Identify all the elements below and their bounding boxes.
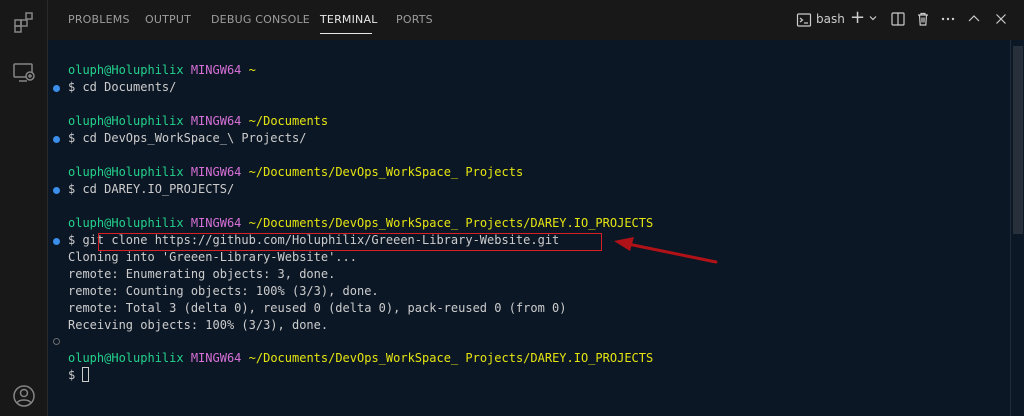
prompt-user: oluph@Holuphilix: [68, 165, 184, 179]
prompt-line: oluph@Holuphilix MINGW64 ~/Documents: [68, 113, 328, 130]
remote-explorer-icon[interactable]: [12, 60, 36, 84]
command-highlight-box: [98, 233, 602, 251]
shell-label: bash: [816, 12, 845, 26]
account-icon[interactable]: [12, 384, 36, 408]
active-tab-indicator: [320, 33, 372, 34]
tab-problems[interactable]: PROBLEMS: [68, 13, 130, 26]
prompt-host: MINGW64: [190, 114, 242, 128]
prompt-path: ~/Documents/DevOps_WorkSpace_ Projects: [248, 165, 524, 179]
scrollbar-thumb[interactable]: [1013, 46, 1023, 234]
output-line: Cloning into 'Greeen-Library-Website'...: [68, 250, 357, 264]
trash-icon[interactable]: [915, 11, 931, 31]
terminal-scrollbar[interactable]: [1010, 40, 1024, 416]
extensions-icon[interactable]: [12, 10, 36, 34]
output-line: remote: Enumerating objects: 3, done.: [68, 267, 336, 281]
prompt-user: oluph@Holuphilix: [68, 63, 184, 77]
prompt-path: ~/Documents: [248, 114, 329, 128]
prompt-host: MINGW64: [190, 351, 242, 365]
command-success-icon[interactable]: [53, 238, 60, 245]
prompt-user: oluph@Holuphilix: [68, 216, 184, 230]
prompt-host: MINGW64: [190, 216, 242, 230]
prompt-path: ~/Documents/DevOps_WorkSpace_ Projects/D…: [248, 351, 654, 365]
prompt-line: oluph@Holuphilix MINGW64 ~/Documents/Dev…: [68, 215, 653, 232]
panel-tab-bar: PROBLEMS OUTPUT DEBUG CONSOLE TERMINAL P…: [48, 0, 1024, 40]
prompt-line: oluph@Holuphilix MINGW64 ~/Documents/Dev…: [68, 164, 523, 181]
command-prompt: $: [68, 368, 83, 382]
tab-terminal[interactable]: TERMINAL: [320, 13, 378, 26]
output-line: remote: Counting objects: 100% (3/3), do…: [68, 284, 379, 298]
annotation-arrow-icon: [614, 237, 718, 264]
terminal-cursor: [82, 367, 90, 382]
input-line[interactable]: $: [68, 367, 90, 384]
prompt-line: oluph@Holuphilix MINGW64 ~: [68, 62, 256, 79]
prompt-user: oluph@Holuphilix: [68, 351, 184, 365]
prompt-line: oluph@Holuphilix MINGW64 ~/Documents/Dev…: [68, 350, 653, 367]
prompt-path: ~/Documents/DevOps_WorkSpace_ Projects/D…: [248, 216, 654, 230]
terminal-panel: PROBLEMS OUTPUT DEBUG CONSOLE TERMINAL P…: [48, 0, 1024, 416]
plus-icon[interactable]: +: [850, 9, 865, 27]
output-line: Receiving objects: 100% (3/3), done.: [68, 318, 329, 332]
prompt-path: ~: [248, 63, 256, 77]
tab-output[interactable]: OUTPUT: [145, 13, 191, 26]
chevron-down-icon[interactable]: [868, 12, 878, 27]
command-pending-icon[interactable]: [53, 338, 60, 345]
command-line: $ cd Documents/: [68, 80, 177, 94]
command-success-icon[interactable]: [53, 187, 60, 194]
terminal-output[interactable]: oluph@Holuphilix MINGW64 ~ $ cd Document…: [48, 40, 1024, 416]
tab-debug-console[interactable]: DEBUG CONSOLE: [211, 13, 310, 26]
tab-ports[interactable]: PORTS: [396, 13, 433, 26]
output-line: remote: Total 3 (delta 0), reused 0 (del…: [68, 301, 567, 315]
close-icon[interactable]: [993, 11, 1009, 31]
activity-bar: [0, 0, 48, 416]
command-success-icon[interactable]: [53, 85, 60, 92]
split-icon[interactable]: [890, 11, 906, 31]
maximize-icon[interactable]: [966, 11, 982, 31]
more-icon[interactable]: [940, 11, 956, 31]
command-line: $ cd DevOps_WorkSpace_\ Projects/: [68, 131, 307, 145]
prompt-host: MINGW64: [190, 63, 242, 77]
command-line: $ cd DAREY.IO_PROJECTS/: [68, 182, 235, 196]
command-success-icon[interactable]: [53, 136, 60, 143]
prompt-user: oluph@Holuphilix: [68, 114, 184, 128]
prompt-host: MINGW64: [190, 165, 242, 179]
terminal-icon: [796, 12, 812, 32]
